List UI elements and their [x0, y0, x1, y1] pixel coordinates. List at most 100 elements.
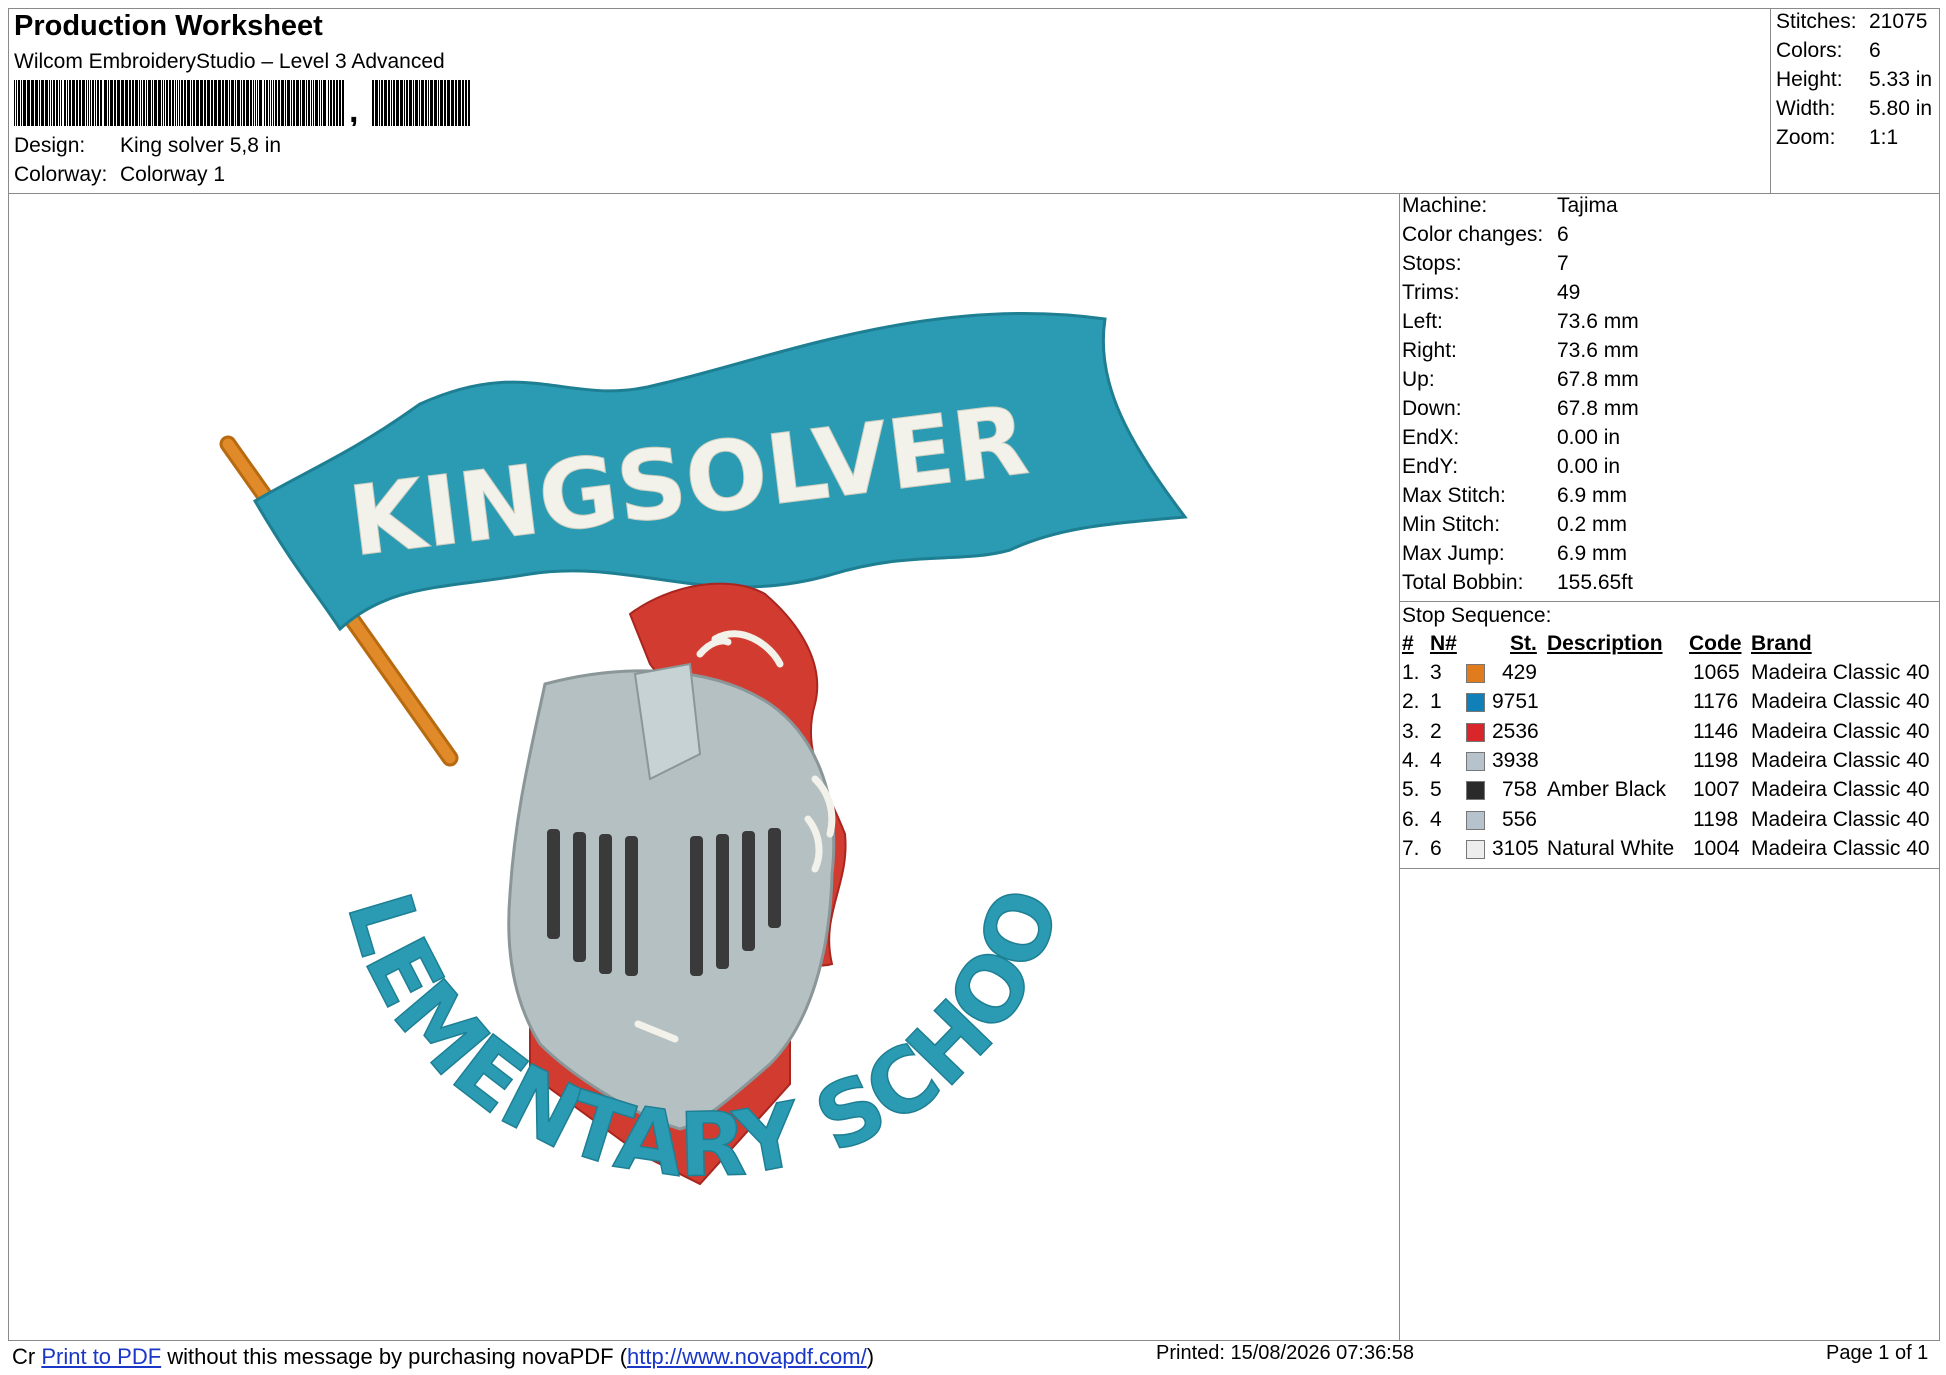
- col-num: #: [1402, 632, 1414, 655]
- min-stitch-label: Min Stitch:: [1402, 513, 1501, 536]
- machine-label: Machine:: [1402, 194, 1488, 217]
- design-preview: KINGSOLVER ELEMENTARY: [0, 111, 1398, 1338]
- row-needle: 5: [1430, 778, 1442, 802]
- col-code: Code: [1689, 632, 1742, 655]
- down-value: 67.8 mm: [1557, 397, 1639, 420]
- visor-slot: [742, 831, 755, 951]
- notes-frame: [1399, 868, 1940, 1341]
- design-label: Design:: [14, 134, 86, 157]
- summary-value: 21075: [1869, 10, 1928, 33]
- footer-message: Cr Print to PDF without this message by …: [12, 1344, 874, 1370]
- row-num: 7.: [1402, 836, 1420, 860]
- page-number: Page 1 of 1: [1826, 1342, 1929, 1364]
- color-swatch: [1466, 810, 1485, 830]
- row-stitches: 2536: [1492, 719, 1539, 743]
- stops-value: 7: [1557, 252, 1569, 275]
- color-swatch: [1466, 693, 1485, 713]
- color-swatch: [1466, 781, 1485, 801]
- color-changes-value: 6: [1557, 223, 1569, 246]
- summary-row: Zoom:: [1776, 126, 1836, 149]
- page-title: Production Worksheet: [14, 10, 323, 42]
- colorway-label: Colorway:: [14, 163, 108, 186]
- stop-sequence-title: Stop Sequence:: [1402, 604, 1552, 627]
- row-brand: Madeira Classic 40: [1751, 661, 1930, 684]
- row-num: 6.: [1402, 807, 1420, 831]
- right-label: Right:: [1402, 339, 1457, 362]
- footer-prefix: Cr: [12, 1344, 36, 1369]
- row-needle: 3: [1430, 661, 1442, 684]
- design-info: Design: King solver 5,8 in Colorway: Col…: [14, 134, 414, 194]
- printed-timestamp: Printed: 15/08/2026 07:36:58: [1156, 1342, 1414, 1364]
- min-stitch-value: 0.2 mm: [1557, 513, 1628, 536]
- row-brand: Madeira Classic 40: [1751, 748, 1930, 772]
- row-stitches: 758: [1501, 778, 1537, 802]
- row-brand: Madeira Classic 40: [1751, 807, 1930, 831]
- row-needle: 1: [1430, 690, 1442, 714]
- row-stitches: 3105: [1492, 836, 1539, 860]
- row-brand: Madeira Classic 40: [1751, 690, 1930, 714]
- endx-label: EndX:: [1402, 426, 1460, 449]
- color-changes-label: Color changes:: [1402, 223, 1544, 246]
- row-description: Natural White: [1547, 836, 1675, 860]
- col-needle: N#: [1430, 632, 1457, 655]
- row-stitches: 3938: [1492, 748, 1539, 772]
- visor-slot: [573, 832, 586, 962]
- color-swatch: [1466, 839, 1485, 859]
- machine-value: Tajima: [1557, 194, 1618, 217]
- visor-slot: [625, 836, 638, 976]
- down-label: Down:: [1402, 397, 1462, 420]
- row-code: 1146: [1693, 719, 1739, 743]
- up-value: 67.8 mm: [1557, 368, 1639, 391]
- max-stitch-value: 6.9 mm: [1557, 484, 1628, 507]
- row-num: 2.: [1402, 690, 1420, 714]
- row-num: 5.: [1402, 778, 1420, 802]
- table-row: 3. 2 2536 1146 Madeira Classic 40: [1402, 720, 1942, 749]
- colorway-value: Colorway 1: [120, 163, 226, 186]
- row-needle: 4: [1430, 748, 1442, 772]
- row-brand: Madeira Classic 40: [1751, 836, 1930, 860]
- row-code: 1007: [1693, 778, 1740, 802]
- row-needle: 2: [1430, 719, 1442, 743]
- table-row: 1. 3 429 1065 Madeira Classic 40: [1402, 661, 1942, 690]
- novapdf-link[interactable]: http://www.novapdf.com/: [627, 1344, 867, 1369]
- summary-panel: Stitches: 21075 Colors: 6 Height: 5.33 i…: [1776, 10, 1936, 190]
- right-value: 73.6 mm: [1557, 339, 1639, 362]
- visor-slot: [716, 834, 729, 969]
- visor-slot: [547, 829, 560, 939]
- print-to-pdf-link[interactable]: Print to PDF: [41, 1344, 161, 1369]
- visor-slot: [690, 836, 703, 976]
- row-code: 1198: [1693, 748, 1739, 772]
- stops-label: Stops:: [1402, 252, 1462, 275]
- col-stitches: St.: [1510, 632, 1537, 655]
- max-stitch-label: Max Stitch:: [1402, 484, 1506, 507]
- row-brand: Madeira Classic 40: [1751, 778, 1930, 802]
- row-num: 4.: [1402, 748, 1420, 772]
- table-row: 7. 6 3105 Natural White 1004 Madeira Classic …: [1402, 837, 1942, 866]
- left-label: Left:: [1402, 310, 1443, 333]
- table-row: 6. 4 556 1198 Madeira Classic 40: [1402, 808, 1942, 837]
- table-row: 2. 1 9751 1176 Madeira Classic 40: [1402, 690, 1942, 719]
- row-code: 1065: [1693, 661, 1740, 684]
- col-brand: Brand: [1751, 632, 1812, 655]
- trims-value: 49: [1557, 281, 1581, 304]
- max-jump-label: Max Jump:: [1402, 542, 1505, 565]
- summary-value: 1:1: [1869, 126, 1899, 149]
- embroidery-design: KINGSOLVER ELEMENTARY: [0, 111, 1188, 1198]
- software-name: Wilcom EmbroideryStudio – Level 3 Advanc…: [14, 50, 445, 73]
- summary-row: Colors:: [1776, 39, 1843, 62]
- summary-row: Stitches:: [1776, 10, 1857, 33]
- footer-middle: without this message by purchasing novaP…: [161, 1344, 628, 1369]
- color-swatch: [1466, 751, 1485, 771]
- row-stitches: 9751: [1492, 690, 1539, 714]
- row-brand: Madeira Classic 40: [1751, 719, 1930, 743]
- trims-label: Trims:: [1402, 281, 1460, 304]
- footer-close: ): [866, 1344, 875, 1369]
- endx-value: 0.00 in: [1557, 426, 1621, 449]
- endy-label: EndY:: [1402, 455, 1459, 478]
- max-jump-value: 6.9 mm: [1557, 542, 1628, 565]
- total-bobbin-value: 155.65ft: [1557, 571, 1633, 594]
- barcode-icon: ,: [14, 80, 470, 126]
- col-description: Description: [1547, 632, 1663, 655]
- row-code: 1176: [1693, 690, 1739, 714]
- svg-text:,: ,: [349, 92, 358, 126]
